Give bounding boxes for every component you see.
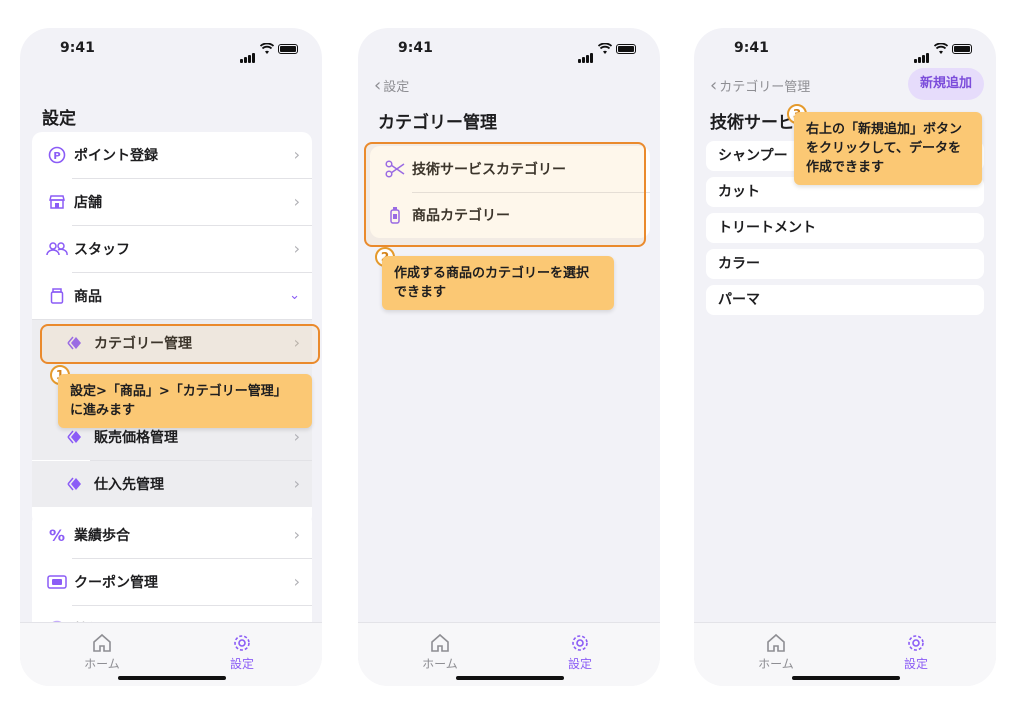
status-time: 9:41 (398, 40, 433, 56)
chevron-right-icon: › (293, 572, 300, 591)
coupon-icon (46, 571, 68, 593)
chevron-right-icon: › (293, 474, 300, 493)
back-label: カテゴリー管理 (719, 80, 811, 95)
home-indicator (118, 676, 226, 680)
callout-step-3: 右上の「新規追加」ボタン をクリックして、データを 作成できます (794, 112, 982, 185)
callout-text: 設定>「商品」>「カテゴリー管理」 (70, 384, 287, 399)
page-title: カテゴリー管理 (378, 113, 497, 133)
settings-item-store[interactable]: 店舗 › (32, 179, 312, 225)
back-button[interactable]: ‹ カテゴリー管理 (710, 75, 810, 96)
settings-item-label: 仕入先管理 (94, 477, 164, 493)
settings-screen: 9:41 設定 P ポイント登録 › 店舗 › スタッフ › 商品 ⌄ カテゴリ… (20, 28, 322, 686)
settings-item-products[interactable]: 商品 ⌄ (32, 273, 312, 319)
chevron-right-icon: › (293, 192, 300, 211)
tab-home[interactable]: ホーム (736, 633, 816, 672)
tab-label: 設定 (229, 657, 254, 671)
gear-icon (908, 635, 924, 651)
tab-label: ホーム (758, 657, 794, 671)
signal-icon (914, 44, 930, 63)
settings-item-label: 業績歩合 (74, 528, 130, 544)
chevron-right-icon: › (293, 145, 300, 164)
add-new-button[interactable]: 新規追加 (907, 68, 984, 100)
settings-item-label: 店舗 (74, 195, 102, 211)
category-list-item[interactable]: トリートメント (706, 213, 984, 243)
gear-icon (572, 635, 588, 651)
battery-icon (616, 44, 636, 54)
store-icon (46, 191, 68, 213)
home-icon (767, 633, 785, 652)
home-indicator (792, 676, 900, 680)
status-bar: 9:41 (358, 28, 660, 68)
tab-home[interactable]: ホーム (400, 633, 480, 672)
callout-text: できます (394, 285, 447, 300)
settings-item-label: スタッフ (74, 242, 130, 258)
tab-bar: ホーム 設定 (694, 622, 996, 686)
home-indicator (456, 676, 564, 680)
home-icon (93, 633, 111, 652)
diamond-icon (66, 426, 88, 448)
chevron-right-icon: › (293, 525, 300, 544)
battery-icon (278, 44, 298, 54)
product-icon (46, 285, 68, 307)
tab-bar: ホーム 設定 (358, 622, 660, 686)
wifi-icon (934, 43, 948, 54)
wifi-icon (260, 43, 274, 54)
svg-text:P: P (53, 151, 60, 162)
service-category-screen: 9:41 ‹ カテゴリー管理 新規追加 技術サービスカテゴリー シャンプー カッ… (694, 28, 996, 686)
settings-item-label: 商品 (74, 289, 102, 305)
callout-text: 右上の「新規追加」ボタン (806, 122, 963, 137)
diamond-icon (66, 473, 88, 495)
tab-settings[interactable]: 設定 (540, 633, 620, 672)
settings-item-commission[interactable]: % 業績歩合 › (32, 512, 312, 558)
gear-icon (234, 635, 250, 651)
category-list-item[interactable]: カラー (706, 249, 984, 279)
chevron-right-icon: › (293, 239, 300, 258)
callout-text: 作成する商品のカテゴリーを選択 (394, 266, 590, 281)
callout-text: 作成できます (806, 160, 885, 175)
settings-item-coupon[interactable]: クーポン管理 › (32, 559, 312, 605)
tab-label: ホーム (422, 657, 458, 671)
settings-item-staff[interactable]: スタッフ › (32, 226, 312, 272)
chevron-left-icon: ‹ (710, 75, 718, 96)
signal-icon (578, 44, 594, 63)
category-list-item[interactable]: パーマ (706, 285, 984, 315)
status-time: 9:41 (734, 40, 769, 56)
highlight-box (40, 324, 320, 364)
page-title: 設定 (42, 109, 76, 129)
staff-icon (46, 238, 68, 260)
settings-item-label: 販売価格管理 (94, 430, 178, 446)
category-management-screen: 9:41 ‹ 設定 カテゴリー管理 技術サービスカテゴリー 商品カテゴリー 2 … (358, 28, 660, 686)
tab-home[interactable]: ホーム (62, 633, 142, 672)
status-time: 9:41 (60, 40, 95, 56)
settings-item-supplier[interactable]: 仕入先管理 › (32, 461, 312, 507)
tab-settings[interactable]: 設定 (202, 633, 282, 672)
signal-icon (240, 44, 256, 63)
tab-bar: ホーム 設定 (20, 622, 322, 686)
callout-step-1: 設定>「商品」>「カテゴリー管理」 に進みます (58, 374, 312, 428)
status-bar: 9:41 (20, 28, 322, 68)
callout-text: をクリックして、データを (806, 141, 961, 156)
callout-step-2: 作成する商品のカテゴリーを選択 できます (382, 256, 614, 310)
tab-label: 設定 (567, 657, 592, 671)
battery-icon (952, 44, 972, 54)
tab-label: ホーム (84, 657, 120, 671)
point-icon: P (46, 144, 68, 166)
chevron-down-icon: ⌄ (289, 288, 300, 303)
percent-icon: % (48, 525, 66, 545)
wifi-icon (598, 43, 612, 54)
settings-item-points[interactable]: P ポイント登録 › (32, 132, 312, 178)
callout-text: に進みます (70, 403, 136, 418)
chevron-left-icon: ‹ (374, 75, 382, 96)
back-button[interactable]: ‹ 設定 (374, 75, 409, 96)
settings-item-label: クーポン管理 (74, 575, 158, 591)
settings-item-label: ポイント登録 (74, 148, 158, 164)
tab-label: 設定 (903, 657, 928, 671)
tab-settings[interactable]: 設定 (876, 633, 956, 672)
back-label: 設定 (383, 80, 410, 95)
highlight-box (364, 142, 646, 247)
status-bar: 9:41 (694, 28, 996, 68)
home-icon (431, 633, 449, 652)
chevron-right-icon: › (293, 427, 300, 446)
